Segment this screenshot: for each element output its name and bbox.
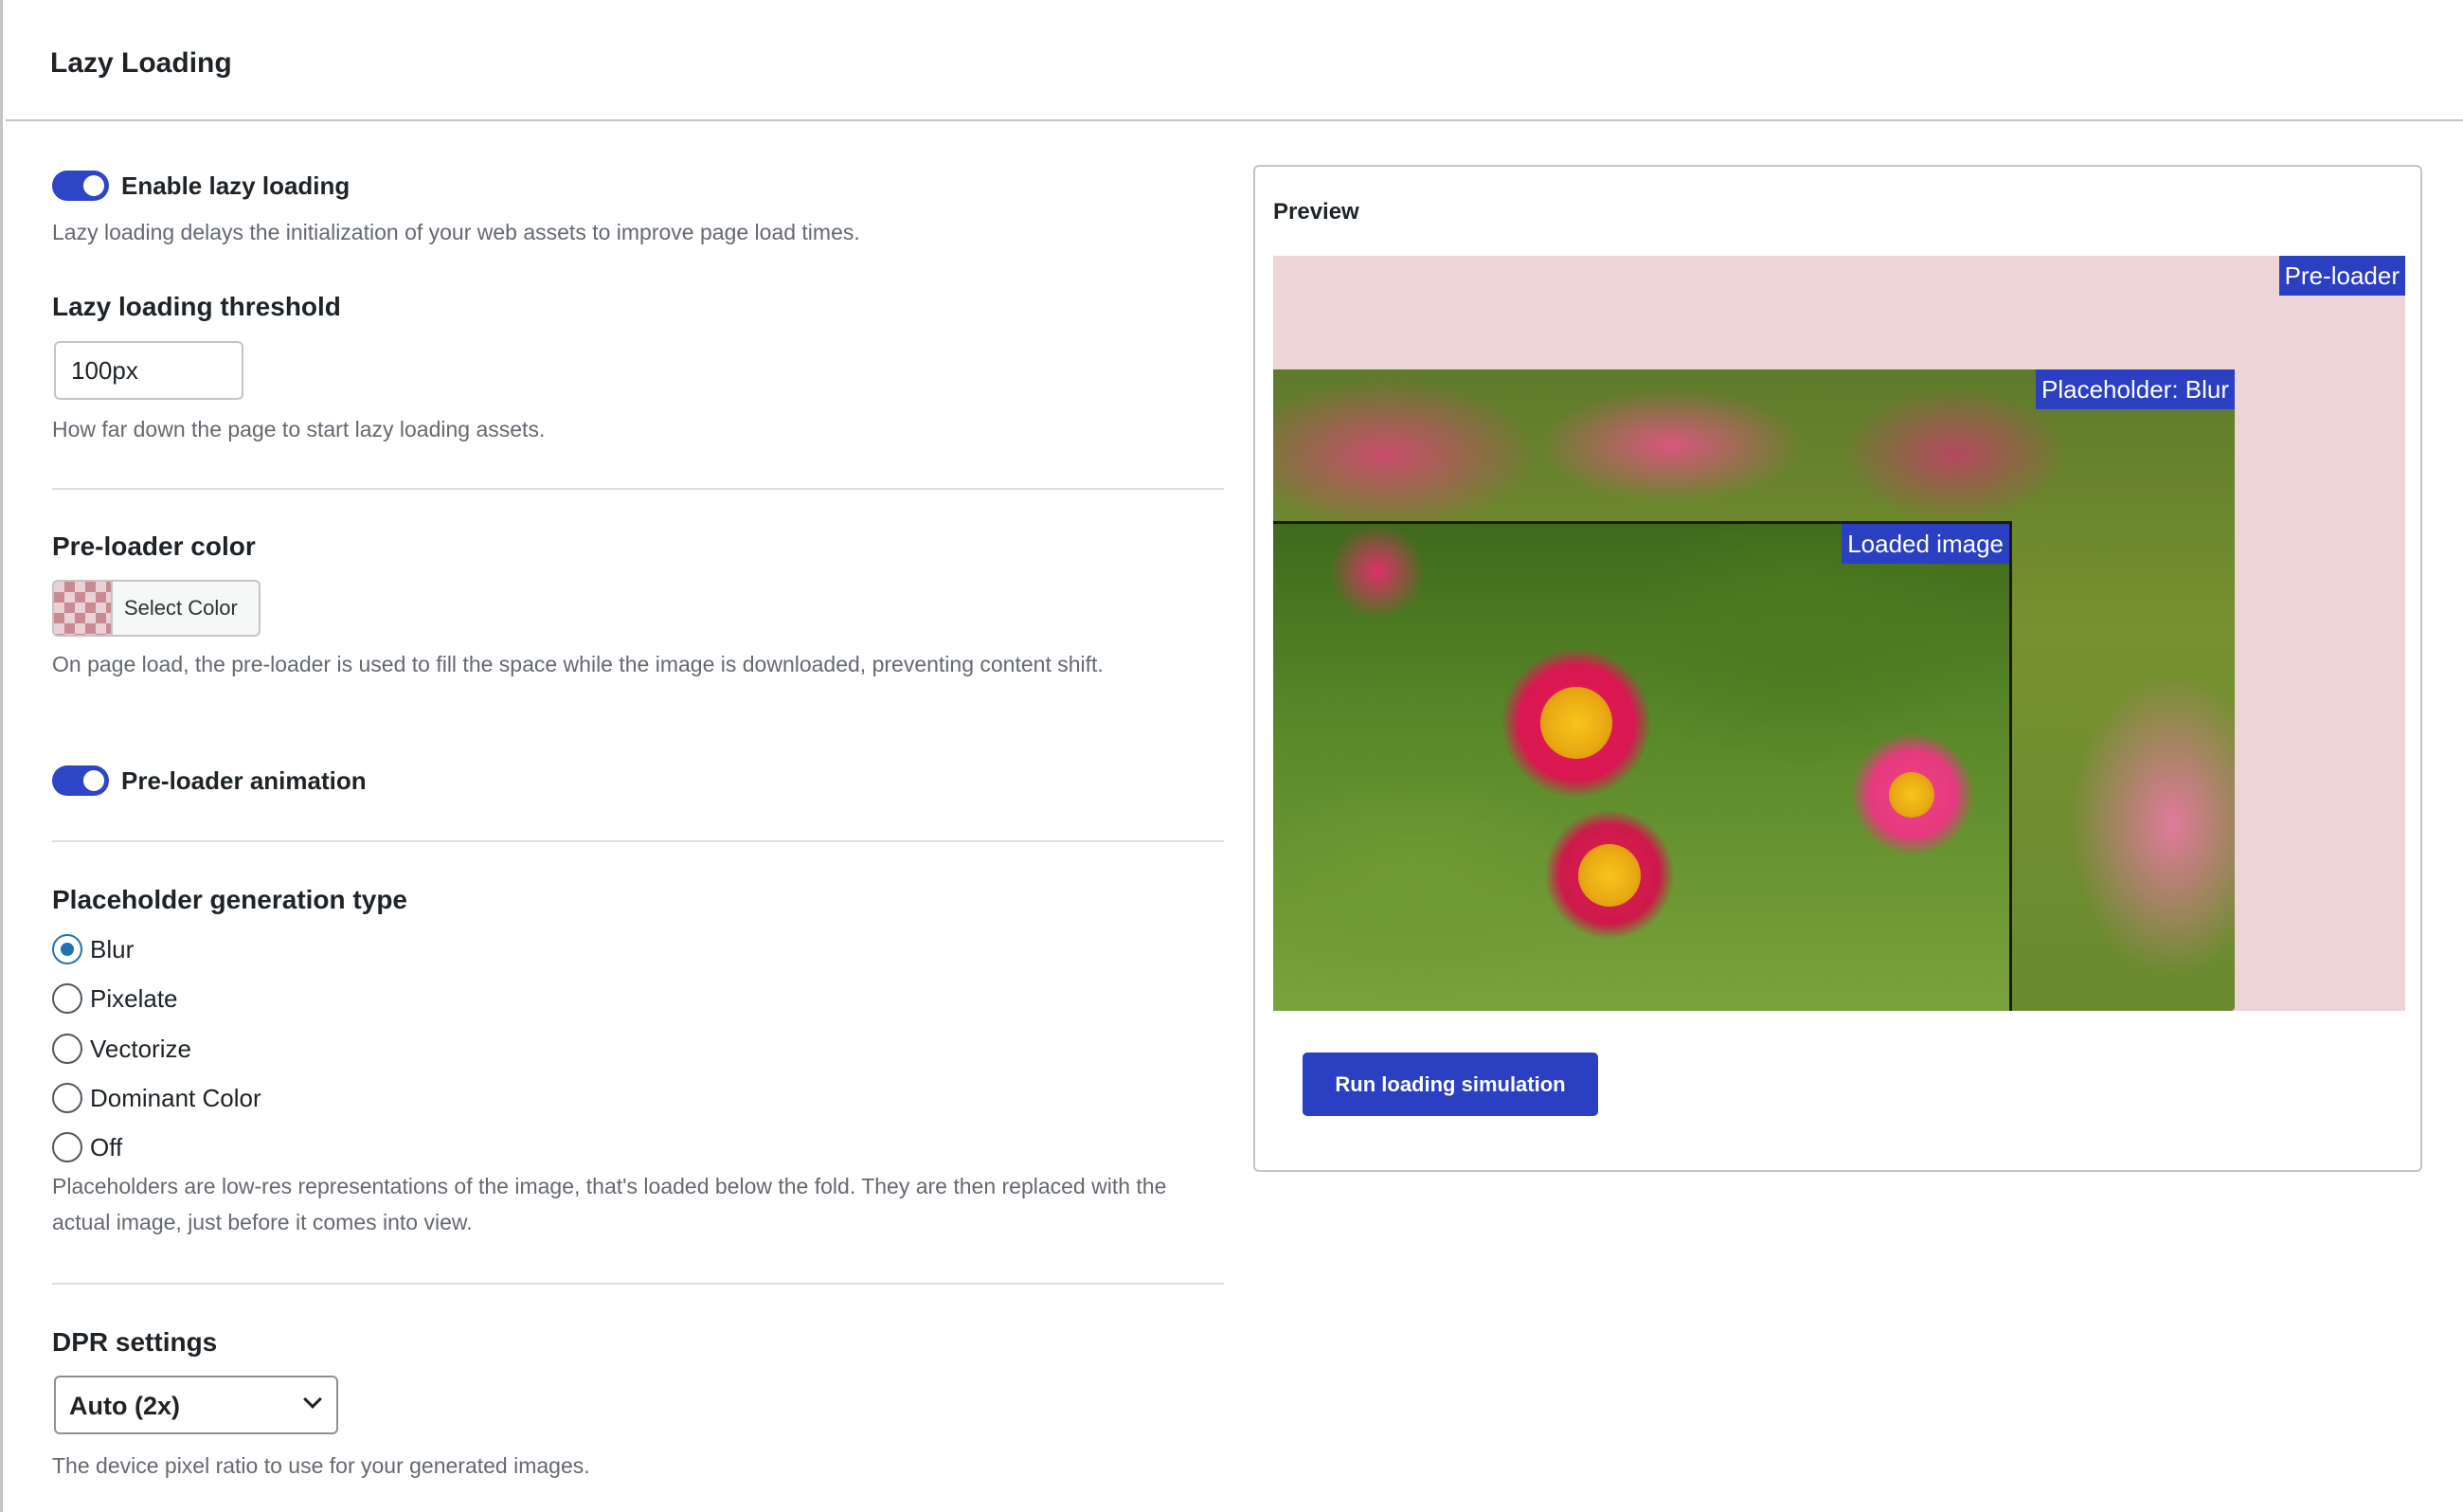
placeholder-type-title: Placeholder generation type	[52, 885, 407, 914]
divider	[52, 840, 1224, 842]
dpr-title: DPR settings	[52, 1327, 218, 1357]
preloader-animation-toggle[interactable]	[52, 765, 109, 796]
radio-button[interactable]	[52, 983, 82, 1014]
preloader-animation-label: Pre-loader animation	[121, 766, 367, 795]
loaded-image-tag: Loaded image	[1842, 524, 2009, 564]
loaded-image: Loaded image	[1273, 521, 2012, 1011]
radio-button[interactable]	[52, 1132, 82, 1162]
placeholder-tag: Placeholder: Blur	[2036, 369, 2235, 409]
radio-button[interactable]	[52, 1083, 82, 1113]
page-header: Lazy Loading	[6, 0, 2463, 121]
select-color-label: Select Color	[124, 596, 238, 620]
preloader-color-title: Pre-loader color	[52, 531, 256, 561]
placeholder-type-help: Placeholders are low-res representations…	[52, 1174, 1167, 1234]
preloader-color-help: On page load, the pre-loader is used to …	[52, 652, 1104, 676]
page-title: Lazy Loading	[50, 47, 232, 79]
radio-label: Dominant Color	[90, 1084, 261, 1112]
threshold-input[interactable]	[54, 341, 243, 400]
dpr-select[interactable]: Auto (2x)	[54, 1376, 338, 1434]
chevron-down-icon	[303, 1390, 322, 1409]
divider	[52, 488, 1224, 490]
color-swatch	[54, 582, 113, 635]
radio-label: Pixelate	[90, 984, 178, 1013]
run-loading-simulation-button[interactable]: Run loading simulation	[1303, 1053, 1598, 1116]
enable-lazy-loading-toggle[interactable]	[52, 171, 109, 201]
dpr-selected-value: Auto (2x)	[69, 1392, 180, 1420]
divider	[52, 1283, 1224, 1285]
enable-lazy-loading-label: Enable lazy loading	[121, 171, 351, 200]
radio-button[interactable]	[52, 1034, 82, 1064]
preview-stage: Placeholder: Blur Loaded image Pre-loade…	[1273, 256, 2405, 1011]
threshold-help: How far down the page to start lazy load…	[52, 417, 546, 441]
radio-label: Vectorize	[90, 1035, 191, 1063]
dpr-help: The device pixel ratio to use for your g…	[52, 1453, 590, 1478]
radio-button-checked[interactable]	[52, 934, 82, 964]
enable-lazy-loading-help: Lazy loading delays the initialization o…	[52, 220, 860, 244]
select-color-button[interactable]: Select Color	[52, 580, 261, 637]
flower-center	[1578, 844, 1641, 907]
flower-center	[1889, 772, 1934, 818]
preview-card: Preview Placeholder: Blur Loaded image P…	[1253, 165, 2422, 1172]
radio-label: Off	[90, 1133, 123, 1161]
radio-label: Blur	[90, 935, 135, 963]
preview-title: Preview	[1273, 199, 1359, 225]
settings-page: Lazy Loading Enable lazy loading Lazy lo…	[0, 0, 2463, 1512]
preloader-tag: Pre-loader	[2278, 256, 2405, 296]
threshold-title: Lazy loading threshold	[52, 292, 341, 321]
flower-center	[1540, 687, 1612, 759]
